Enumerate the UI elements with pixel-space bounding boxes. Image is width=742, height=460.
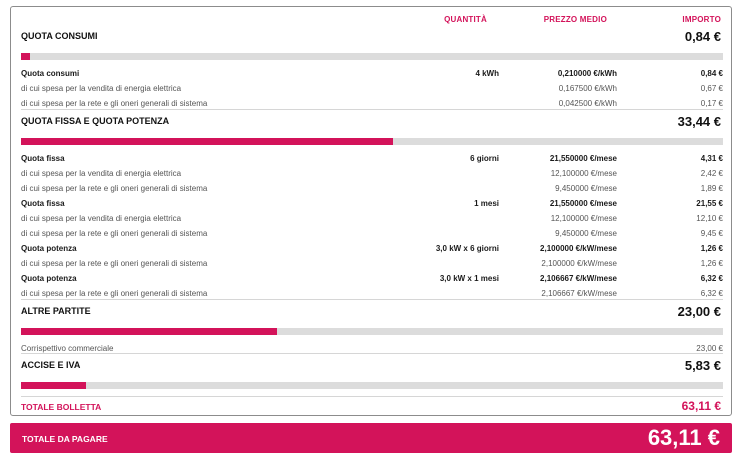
header-average-price: PREZZO MEDIO [543,15,607,24]
row-label: di cui spesa per la rete e gli oneri gen… [21,259,208,268]
row-label: Quota potenza [21,244,77,253]
table-row: di cui spesa per la vendita di energia e… [21,82,723,96]
row-price: 21,550000 €/mese [549,199,617,208]
bar-accise [21,382,723,389]
row-quantity: 6 giorni [470,154,499,163]
bar-fill-consumi [21,53,30,60]
row-price: 12,100000 €/mese [550,214,617,223]
divider [21,109,723,110]
table-row: Quota consumi 4 kWh 0,210000 €/kWh 0,84 € [21,67,723,81]
bar-altre [21,328,723,335]
header-amount: IMPORTO [682,15,721,24]
total-bill-amount: 63,11 € [681,399,721,413]
total-bill-label: TOTALE BOLLETTA [21,402,102,412]
bar-consumi [21,53,723,60]
table-row: Quota potenza 3,0 kW x 6 giorni 2,100000 €… [21,242,723,256]
row-amount: 1,89 € [700,184,723,193]
row-label: Quota potenza [21,274,77,283]
section-title-accise: ACCISE E IVA [21,360,81,370]
row-price: 21,550000 €/mese [549,154,617,163]
row-quantity: 3,0 kW x 1 mesi [439,274,499,283]
table-row: Quota potenza 3,0 kW x 1 mesi 2,106667 €/k… [21,272,723,286]
row-price: 9,450000 €/mese [555,184,617,193]
row-label: Quota fissa [21,199,65,208]
row-quantity: 4 kWh [475,69,499,78]
row-price: 12,100000 €/mese [550,169,617,178]
row-price: 9,450000 €/mese [555,229,617,238]
row-price: 2,100000 €/kW/mese [540,244,617,253]
divider [21,299,723,300]
section-total-altre: 23,00 € [677,304,721,319]
table-row: di cui spesa per la rete e gli oneri gen… [21,227,723,241]
table-row: di cui spesa per la vendita di energia e… [21,212,723,226]
row-price: 2,106667 €/kW/mese [540,274,617,283]
total-to-pay-label: TOTALE DA PAGARE [22,434,108,444]
row-amount: 21,55 € [696,199,723,208]
row-amount: 1,26 € [700,244,723,253]
section-title-fissa: QUOTA FISSA E QUOTA POTENZA [21,116,170,126]
row-label: di cui spesa per la vendita di energia e… [21,84,182,93]
table-row: di cui spesa per la rete e gli oneri gen… [21,257,723,271]
row-amount: 2,42 € [700,169,723,178]
section-total-consumi: 0,84 € [684,29,721,44]
section-title-consumi: QUOTA CONSUMI [21,31,98,41]
table-row: Quota fissa 1 mesi 21,550000 €/mese 21,55 € [21,197,723,211]
row-label: di cui spesa per la vendita di energia e… [21,214,182,223]
row-label: Quota consumi [21,69,80,78]
table-row: di cui spesa per la rete e gli oneri gen… [21,182,723,196]
row-price: 0,210000 €/kWh [557,69,617,78]
header-quantity: QUANTITÀ [444,15,487,24]
row-amount: 4,31 € [700,154,723,163]
total-to-pay-amount: 63,11 € [647,425,720,450]
section-total-fissa: 33,44 € [677,114,721,129]
row-amount: 12,10 € [696,214,723,223]
row-amount: 6,32 € [700,274,723,283]
row-label: di cui spesa per la rete e gli oneri gen… [21,184,208,193]
section-total-accise: 5,83 € [684,358,721,373]
row-label: di cui spesa per la vendita di energia e… [21,169,182,178]
row-label: di cui spesa per la rete e gli oneri gen… [21,229,208,238]
table-row: di cui spesa per la vendita di energia e… [21,167,723,181]
row-quantity: 3,0 kW x 6 giorni [435,244,499,253]
total-to-pay-bar: TOTALE DA PAGARE 63,11 € [10,423,732,453]
row-quantity: 1 mesi [474,199,499,208]
bill-summary-card: QUANTITÀ PREZZO MEDIO IMPORTO QUOTA CONS… [10,6,732,416]
section-title-altre: ALTRE PARTITE [21,306,91,316]
row-price: 0,167500 €/kWh [558,84,617,93]
table-row: Quota fissa 6 giorni 21,550000 €/mese 4,31 … [21,152,723,166]
bar-fill-altre [21,328,278,335]
divider [21,353,723,354]
bar-fissa [21,138,723,145]
divider [21,396,723,397]
bar-fill-accise [21,382,86,389]
row-amount: 0,84 € [700,69,723,78]
bar-fill-fissa [21,138,394,145]
row-amount: 1,26 € [700,259,723,268]
row-amount: 0,67 € [700,84,723,93]
row-amount: 9,45 € [700,229,723,238]
row-price: 2,100000 €/kW/mese [541,259,617,268]
row-label: Quota fissa [21,154,65,163]
